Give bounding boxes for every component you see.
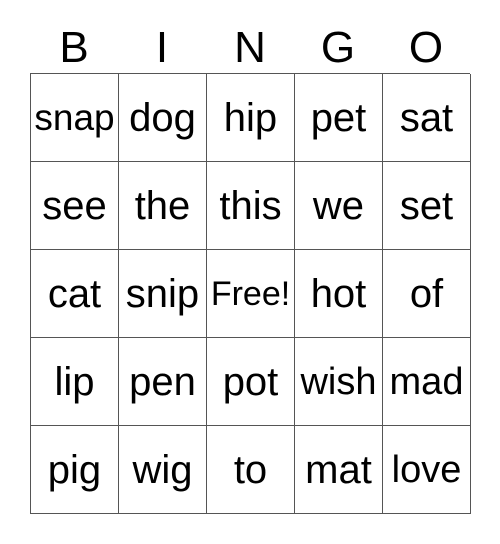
- bingo-cell-label: wish: [300, 360, 377, 403]
- bingo-cell-label: snip: [125, 271, 200, 316]
- bingo-header-letter-b: B: [59, 23, 89, 72]
- bingo-cell-label: hot: [310, 271, 367, 316]
- bingo-cell-label: pet: [310, 95, 367, 140]
- bingo-grid: snap dog hip pet sat see the this we set…: [30, 73, 471, 514]
- bingo-cell-r5c1[interactable]: pig: [31, 426, 119, 514]
- bingo-cell-label: set: [399, 183, 454, 228]
- bingo-cell-r1c4[interactable]: pet: [295, 74, 383, 162]
- bingo-cell-r4c5[interactable]: mad: [383, 338, 471, 426]
- bingo-cell-r5c3[interactable]: to: [207, 426, 295, 514]
- bingo-header-letter-i: I: [155, 23, 169, 72]
- bingo-cell-label: lip: [54, 359, 95, 404]
- bingo-cell-r4c2[interactable]: pen: [119, 338, 207, 426]
- bingo-cell-label: the: [134, 183, 191, 228]
- bingo-card: B I N G O snap dog hip pet sat see the t…: [30, 20, 471, 514]
- bingo-cell-label: this: [219, 183, 282, 228]
- bingo-cell-r3c5[interactable]: of: [383, 250, 471, 338]
- bingo-cell-label: cat: [47, 271, 102, 316]
- bingo-cell-r1c3[interactable]: hip: [207, 74, 295, 162]
- bingo-cell-label: sat: [399, 95, 454, 140]
- bingo-cell-r2c4[interactable]: we: [295, 162, 383, 250]
- bingo-cell-label: mat: [305, 447, 372, 492]
- bingo-cell-label: we: [312, 183, 365, 228]
- bingo-cell-label: dog: [129, 95, 196, 140]
- bingo-cell-r2c1[interactable]: see: [31, 162, 119, 250]
- bingo-cell-label: to: [233, 447, 268, 492]
- bingo-cell-r2c2[interactable]: the: [119, 162, 207, 250]
- bingo-cell-r4c3[interactable]: pot: [207, 338, 295, 426]
- bingo-cell-r1c1[interactable]: snap: [31, 74, 119, 162]
- bingo-cell-label: snap: [34, 96, 115, 138]
- bingo-cell-r1c5[interactable]: sat: [383, 74, 471, 162]
- bingo-cell-r4c1[interactable]: lip: [31, 338, 119, 426]
- bingo-cell-label: hip: [223, 95, 278, 140]
- bingo-free-space-label: Free!: [210, 274, 291, 313]
- bingo-cell-label: pig: [47, 447, 102, 492]
- bingo-header-row: B I N G O: [30, 20, 470, 73]
- bingo-header-letter-n: N: [234, 23, 266, 72]
- bingo-cell-label: see: [42, 183, 107, 228]
- bingo-cell-r3c4[interactable]: hot: [295, 250, 383, 338]
- bingo-header-letter-g: G: [320, 23, 356, 72]
- bingo-cell-r5c5[interactable]: love: [383, 426, 471, 514]
- bingo-header-letter-o: O: [408, 23, 444, 72]
- bingo-cell-r2c3[interactable]: this: [207, 162, 295, 250]
- bingo-cell-r1c2[interactable]: dog: [119, 74, 207, 162]
- bingo-cell-r3c1[interactable]: cat: [31, 250, 119, 338]
- bingo-cell-label: love: [391, 448, 462, 491]
- bingo-cell-label: pen: [129, 359, 196, 404]
- bingo-cell-label: pot: [222, 359, 279, 404]
- bingo-cell-r5c2[interactable]: wig: [119, 426, 207, 514]
- bingo-cell-r5c4[interactable]: mat: [295, 426, 383, 514]
- bingo-cell-label: wig: [132, 447, 193, 492]
- bingo-cell-r2c5[interactable]: set: [383, 162, 471, 250]
- bingo-cell-r3c2[interactable]: snip: [119, 250, 207, 338]
- bingo-cell-r4c4[interactable]: wish: [295, 338, 383, 426]
- bingo-cell-free-space[interactable]: Free!: [207, 250, 295, 338]
- bingo-cell-label: of: [409, 271, 444, 316]
- bingo-cell-label: mad: [389, 360, 464, 403]
